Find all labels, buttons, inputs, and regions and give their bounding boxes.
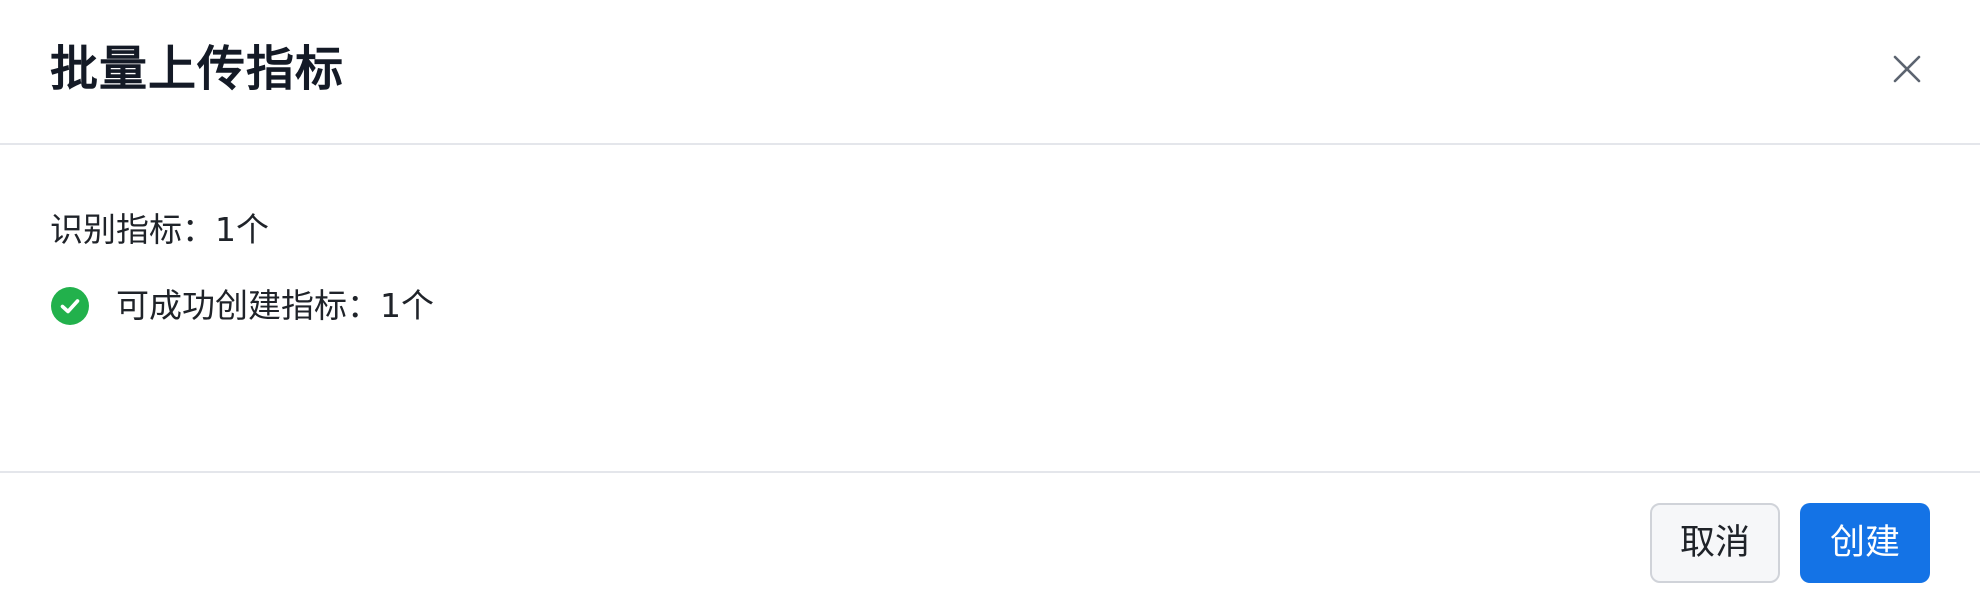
dialog-header: 批量上传指标 [0, 0, 1980, 145]
dialog-body: 识别指标：1个 可成功创建指标：1个 [0, 145, 1980, 471]
success-count-text: 可成功创建指标：1个 [116, 286, 434, 325]
success-count-row: 可成功创建指标：1个 [50, 283, 434, 329]
create-button[interactable]: 创建 [1800, 503, 1930, 583]
close-button[interactable] [1882, 44, 1932, 94]
check-circle-icon [51, 287, 89, 325]
close-icon [1893, 55, 1921, 83]
dialog-title: 批量上传指标 [50, 41, 345, 97]
dialog-footer: 取消 创建 [0, 471, 1980, 604]
recognized-count-text: 识别指标：1个 [50, 210, 269, 249]
batch-upload-dialog: 批量上传指标 识别指标：1个 可成功创建指标：1个 取消 创建 [0, 0, 1980, 604]
cancel-button[interactable]: 取消 [1650, 503, 1780, 583]
